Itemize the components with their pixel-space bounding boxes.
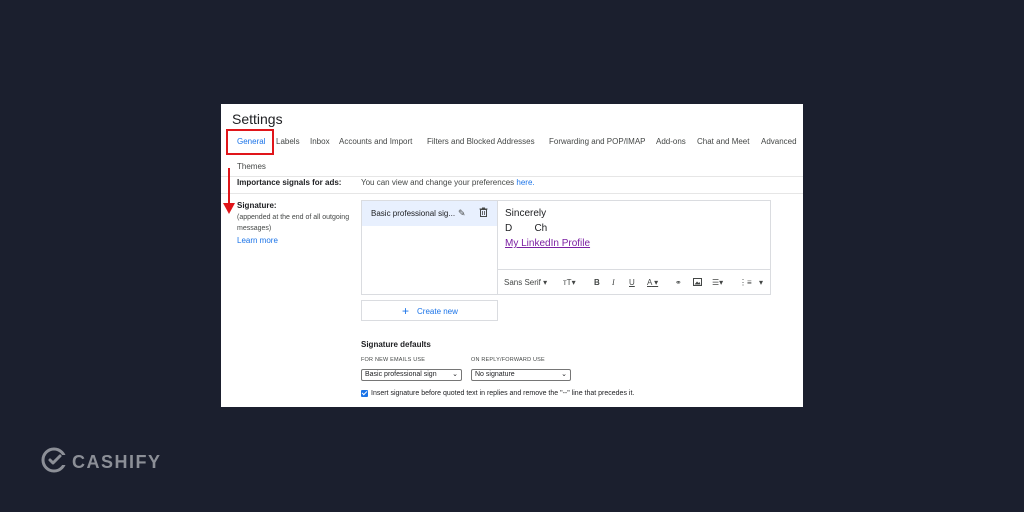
chevron-down-icon: ⌄ xyxy=(452,371,458,378)
signature-subtext-line2: messages) xyxy=(237,225,272,232)
signature-label: Signature: xyxy=(237,201,277,210)
signature-name: Basic professional sig... xyxy=(371,209,456,218)
create-new-label: Create new xyxy=(417,307,458,316)
new-emails-signature-select[interactable]: Basic professional sign ⌄ xyxy=(361,369,462,381)
signature-line-1: Sincerely xyxy=(505,208,547,219)
tab-forwarding-and-pop-imap[interactable]: Forwarding and POP/IMAP xyxy=(549,137,645,146)
divider xyxy=(221,176,803,177)
preferences-link[interactable]: here. xyxy=(516,178,534,187)
brand-name: CASHIFY xyxy=(72,452,162,472)
signature-list: Basic professional sig... ✎ xyxy=(361,200,498,295)
align-icon[interactable]: ☰▾ xyxy=(712,278,723,287)
font-size-icon: тT xyxy=(563,278,572,287)
image-icon[interactable] xyxy=(693,278,702,288)
signature-line-2: D Ch xyxy=(505,223,548,234)
more-formatting-icon[interactable]: ▾ xyxy=(759,278,763,287)
tab-themes[interactable]: Themes xyxy=(237,162,266,171)
new-emails-label: FOR NEW EMAILS USE xyxy=(361,357,426,363)
settings-tabs: General Labels Inbox Accounts and Import… xyxy=(221,137,803,155)
red-arrow-head xyxy=(223,203,235,214)
importance-signals-label: Importance signals for ads: xyxy=(237,178,342,187)
cashify-logo-icon xyxy=(41,447,68,473)
page-title: Settings xyxy=(232,111,283,127)
insert-signature-checkbox[interactable] xyxy=(361,390,368,397)
tab-advanced[interactable]: Advanced xyxy=(761,137,797,146)
formatting-toolbar: Sans Serif ▾ тT▾ B I U A ▾ ⚭ ☰▾ ⋮≡ ▾ xyxy=(498,269,770,296)
reply-forward-label: ON REPLY/FORWARD USE xyxy=(471,357,545,363)
create-new-button[interactable]: + Create new xyxy=(361,300,498,321)
bold-button[interactable]: B xyxy=(594,278,600,287)
linkedin-profile-link[interactable]: My LinkedIn Profile xyxy=(505,238,590,249)
settings-panel: Settings General Labels Inbox Accounts a… xyxy=(221,104,803,407)
tab-chat-and-meet[interactable]: Chat and Meet xyxy=(697,137,749,146)
new-emails-signature-value: Basic professional sign xyxy=(365,371,437,378)
insert-signature-label: Insert signature before quoted text in r… xyxy=(371,390,635,397)
font-family-label: Sans Serif xyxy=(504,278,541,287)
tab-add-ons[interactable]: Add-ons xyxy=(656,137,686,146)
importance-signals-text: You can view and change your preferences… xyxy=(361,178,535,187)
learn-more-link[interactable]: Learn more xyxy=(237,236,349,245)
signature-subtext-line1: (appended at the end of all outgoing xyxy=(237,214,350,221)
tab-inbox[interactable]: Inbox xyxy=(310,137,330,146)
signature-defaults-title: Signature defaults xyxy=(361,340,431,349)
divider xyxy=(221,193,803,194)
red-arrow-shaft xyxy=(228,168,230,204)
tab-accounts-and-import[interactable]: Accounts and Import xyxy=(339,137,412,146)
signature-editor[interactable]: Sincerely D Ch My LinkedIn Profile Sans … xyxy=(498,200,771,295)
pencil-icon[interactable]: ✎ xyxy=(458,208,466,219)
signature-help: (appended at the end of all outgoing mes… xyxy=(237,212,349,245)
tab-labels[interactable]: Labels xyxy=(276,137,300,146)
reply-forward-signature-select[interactable]: No signature ⌄ xyxy=(471,369,571,381)
cashify-logo: CASHIFY xyxy=(40,446,160,476)
importance-signals-description: You can view and change your preferences xyxy=(361,178,517,187)
general-tab-highlight-box xyxy=(226,129,274,155)
chevron-down-icon: ⌄ xyxy=(561,371,567,378)
text-color-button[interactable]: A ▾ xyxy=(647,278,658,287)
reply-forward-signature-value: No signature xyxy=(475,371,515,378)
font-size-select[interactable]: тT▾ xyxy=(563,278,576,287)
tab-filters-and-blocked-addresses[interactable]: Filters and Blocked Addresses xyxy=(427,137,535,146)
signature-list-item[interactable]: Basic professional sig... ✎ xyxy=(362,201,497,226)
text-color-icon: A xyxy=(647,278,652,287)
font-family-select[interactable]: Sans Serif ▾ xyxy=(504,278,547,287)
italic-button[interactable]: I xyxy=(612,278,615,287)
numbered-list-icon[interactable]: ⋮≡ xyxy=(739,278,752,287)
link-icon[interactable]: ⚭ xyxy=(675,278,682,287)
trash-icon[interactable] xyxy=(479,207,488,219)
plus-icon: + xyxy=(402,304,410,318)
underline-button[interactable]: U xyxy=(629,278,635,287)
